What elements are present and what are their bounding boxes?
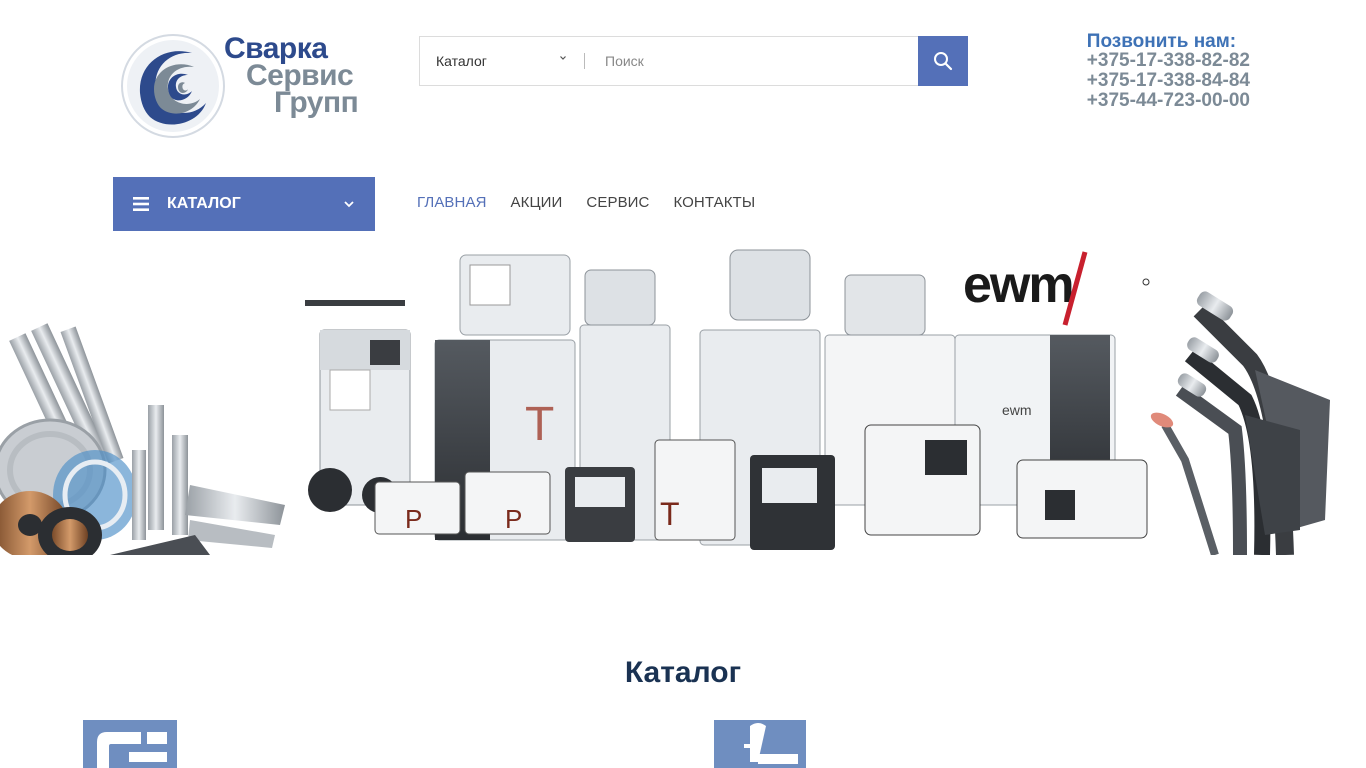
catalog-menu-label: КАТАЛОГ — [167, 195, 241, 212]
menu-item-contacts[interactable]: КОНТАКТЫ — [673, 194, 755, 211]
svg-text:ewm: ewm — [963, 256, 1073, 314]
phone-link-3[interactable]: +375-44-723-00-00 — [1087, 91, 1250, 111]
contact-block: Позвонить нам: +375-17-338-82-82 +375-17… — [1087, 32, 1250, 111]
svg-text:ewm: ewm — [1002, 402, 1032, 418]
catalog-category-tile-1[interactable] — [83, 720, 177, 768]
menu-item-promotions[interactable]: АКЦИИ — [511, 194, 563, 211]
svg-text:P: P — [505, 504, 522, 534]
search-category-value: Каталог — [436, 53, 487, 69]
phone-link-2[interactable]: +375-17-338-84-84 — [1087, 71, 1250, 91]
catalog-menu-button[interactable]: КАТАЛОГ — [113, 177, 375, 231]
logo-line-1: Сварка — [224, 32, 328, 65]
consumables-group — [0, 323, 285, 555]
menu-item-service[interactable]: СЕРВИС — [586, 194, 649, 211]
menu-item-home[interactable]: ГЛАВНАЯ — [417, 194, 487, 211]
menu-icon — [133, 197, 149, 211]
search-input[interactable] — [585, 37, 918, 85]
call-label: Позвонить нам: — [1086, 31, 1237, 52]
phone-link-1[interactable]: +375-17-338-82-82 — [1087, 51, 1250, 71]
logo-line-3: Групп — [274, 86, 359, 119]
catalog-category-tile-2[interactable] — [714, 720, 806, 768]
search-category-select[interactable]: Каталог — [420, 37, 584, 85]
catalog-section-title: Каталог — [624, 656, 742, 689]
welding-equipment-image: ewm P P T T ewm — [0, 249, 1330, 555]
ewm-brand-logo: ewm — [963, 251, 1150, 326]
welding-equipment-category-icon — [97, 732, 167, 768]
svg-text:T: T — [660, 496, 680, 532]
chevron-down-icon — [344, 201, 354, 208]
search-bar: Каталог — [419, 36, 968, 86]
logo-swirl-icon — [121, 34, 225, 138]
site-logo[interactable]: Сварка Сервис Групп — [120, 33, 380, 143]
logo-line-2: Сервис — [246, 59, 354, 92]
search-button[interactable] — [918, 36, 968, 86]
logo-text: Сварка Сервис Групп — [224, 32, 359, 119]
svg-text:P: P — [405, 504, 422, 534]
hero-banner[interactable]: ewm P P T T ewm — [0, 240, 1366, 555]
welding-torch-category-icon — [744, 723, 798, 764]
search-icon — [934, 52, 953, 71]
welding-torches-group — [1150, 291, 1330, 555]
svg-text:T: T — [525, 398, 554, 451]
chevron-down-icon — [560, 56, 566, 60]
main-menu: ГЛАВНАЯ АКЦИИ СЕРВИС КОНТАКТЫ — [417, 194, 779, 211]
